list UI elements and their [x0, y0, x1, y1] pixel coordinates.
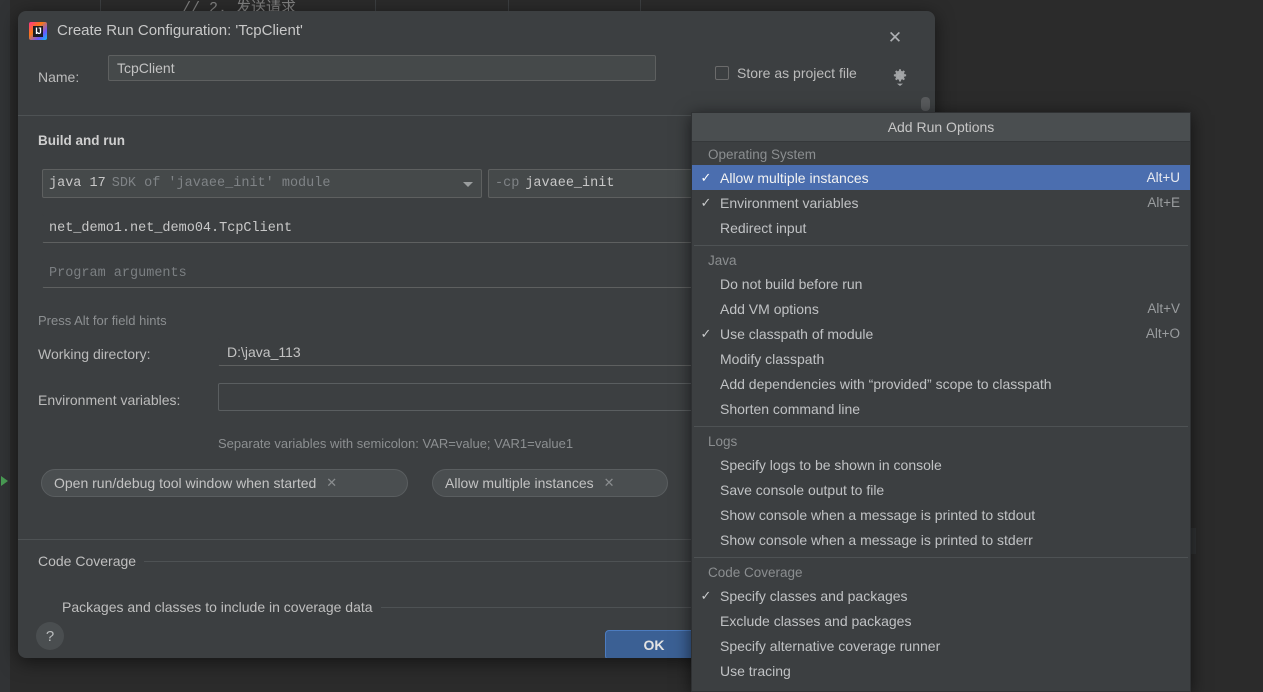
- working-directory-label: Working directory:: [38, 346, 151, 362]
- menu-item-label: Add dependencies with “provided” scope t…: [720, 375, 1052, 392]
- menu-body: Operating System ✓ Allow multiple instance…: [692, 142, 1190, 683]
- menu-group-label: Code Coverage: [708, 565, 803, 580]
- code-coverage-label: Code Coverage: [38, 553, 137, 569]
- module-classpath-prefix: -cp: [495, 176, 520, 191]
- menu-item-shortcut: Alt+O: [1145, 326, 1180, 341]
- dialog-title: Create Run Configuration: 'TcpClient': [57, 22, 303, 39]
- environment-variables-hint: Separate variables with semicolon: VAR=v…: [218, 436, 574, 451]
- check-icon: ✓: [700, 169, 712, 185]
- chip-open-run-debug-tool-window[interactable]: Open run/debug tool window when started …: [41, 469, 408, 497]
- check-icon: ✓: [700, 194, 712, 210]
- close-small-icon[interactable]: ✕: [326, 475, 337, 491]
- jre-combo[interactable]: java 17 SDK of 'javaee_init' module: [42, 169, 482, 198]
- working-directory-value: D:\java_113: [227, 344, 301, 360]
- check-icon: ✓: [700, 587, 712, 603]
- menu-group-label: Operating System: [708, 147, 817, 162]
- build-and-run-section-title: Build and run: [38, 133, 125, 148]
- menu-item-label: Show console when a message is printed t…: [720, 506, 1036, 523]
- menu-item[interactable]: Add VM options Alt+V: [692, 296, 1190, 321]
- intellij-idea-icon: IJ: [29, 22, 47, 40]
- program-arguments-placeholder: Program arguments: [49, 266, 187, 281]
- menu-item[interactable]: Specify logs to be shown in console: [692, 452, 1190, 477]
- menu-item[interactable]: Modify classpath: [692, 346, 1190, 371]
- menu-separator: [694, 245, 1188, 246]
- menu-item[interactable]: Show console when a message is printed t…: [692, 527, 1190, 552]
- menu-item[interactable]: ✓ Specify classes and packages: [692, 583, 1190, 608]
- menu-item[interactable]: Save console output to file: [692, 477, 1190, 502]
- ide-right-panel: [1196, 0, 1263, 692]
- run-arrow-icon[interactable]: [1, 476, 8, 486]
- help-button[interactable]: ?: [36, 622, 64, 650]
- add-run-options-menu: Add Run Options Operating System ✓ Allow m…: [691, 112, 1191, 692]
- menu-item-label: Use tracing: [720, 662, 791, 679]
- menu-item-label: Do not build before run: [720, 275, 863, 292]
- menu-item-label: Shorten command line: [720, 400, 861, 417]
- menu-item[interactable]: Exclude classes and packages: [692, 608, 1190, 633]
- chip-label: Allow multiple instances: [445, 475, 594, 491]
- menu-item-label: Show console when a message is printed t…: [720, 531, 1033, 548]
- menu-group-label: Logs: [708, 434, 738, 449]
- menu-item-label: Save console output to file: [720, 481, 885, 498]
- menu-item[interactable]: Use tracing: [692, 658, 1190, 683]
- chip-allow-multiple-instances[interactable]: Allow multiple instances ✕: [432, 469, 668, 497]
- store-as-project-file-checkbox[interactable]: Store as project file: [715, 65, 857, 81]
- close-icon[interactable]: ✕: [880, 25, 910, 51]
- menu-item-label: Exclude classes and packages: [720, 612, 912, 629]
- menu-separator: [694, 557, 1188, 558]
- menu-item-label: Environment variables: [720, 194, 859, 211]
- coverage-packages-label: Packages and classes to include in cover…: [62, 599, 373, 615]
- check-icon: ✓: [700, 325, 712, 341]
- menu-separator: [694, 426, 1188, 427]
- menu-item[interactable]: ✓ Allow multiple instances Alt+U: [692, 165, 1190, 190]
- field-hints-text: Press Alt for field hints: [38, 313, 167, 328]
- menu-item-shortcut: Alt+E: [1147, 195, 1180, 210]
- menu-item[interactable]: ✓ Environment variables Alt+E: [692, 190, 1190, 215]
- menu-item-label: Specify classes and packages: [720, 587, 908, 604]
- menu-item-label: Use classpath of module: [720, 325, 874, 342]
- menu-item-label: Add VM options: [720, 300, 819, 317]
- menu-item[interactable]: Specify alternative coverage runner: [692, 633, 1190, 658]
- menu-item-label: Modify classpath: [720, 350, 825, 367]
- menu-item-label: Specify alternative coverage runner: [720, 637, 941, 654]
- jre-value-detail: SDK of 'javaee_init' module: [111, 176, 331, 191]
- menu-item-label: Redirect input: [720, 219, 807, 236]
- ok-button[interactable]: OK: [605, 630, 703, 658]
- environment-variables-label: Environment variables:: [38, 392, 181, 408]
- dialog-scrollbar-thumb[interactable]: [921, 97, 930, 111]
- intellij-idea-icon-letters: IJ: [33, 25, 43, 37]
- menu-item-shortcut: Alt+V: [1147, 301, 1180, 316]
- menu-item[interactable]: ✓ Use classpath of module Alt+O: [692, 321, 1190, 346]
- menu-item[interactable]: Do not build before run: [692, 271, 1190, 296]
- menu-item-shortcut: Alt+U: [1146, 170, 1180, 185]
- dialog-title-bar: IJ Create Run Configuration: 'TcpClient'…: [18, 11, 935, 53]
- main-class-value: net_demo1.net_demo04.TcpClient: [49, 221, 293, 236]
- module-classpath-value: javaee_init: [525, 176, 615, 191]
- menu-item-label: Specify logs to be shown in console: [720, 456, 942, 473]
- menu-item[interactable]: Add dependencies with “provided” scope t…: [692, 371, 1190, 396]
- menu-item[interactable]: Show console when a message is printed t…: [692, 502, 1190, 527]
- editor-gutter: [0, 0, 10, 692]
- chevron-down-icon[interactable]: [463, 181, 473, 187]
- close-small-icon[interactable]: ✕: [604, 475, 615, 491]
- menu-item[interactable]: Shorten command line: [692, 396, 1190, 421]
- jre-value: java 17: [49, 176, 106, 191]
- menu-group-label: Java: [708, 253, 737, 268]
- menu-item-label: Allow multiple instances: [720, 169, 869, 186]
- checkbox-box[interactable]: [715, 66, 729, 80]
- menu-item[interactable]: Redirect input: [692, 215, 1190, 240]
- name-label: Name:: [38, 69, 80, 85]
- name-input[interactable]: [108, 55, 656, 81]
- gear-icon[interactable]: [890, 67, 910, 87]
- store-as-project-file-label: Store as project file: [737, 65, 857, 81]
- chip-label: Open run/debug tool window when started: [54, 475, 317, 491]
- menu-title: Add Run Options: [692, 113, 1190, 142]
